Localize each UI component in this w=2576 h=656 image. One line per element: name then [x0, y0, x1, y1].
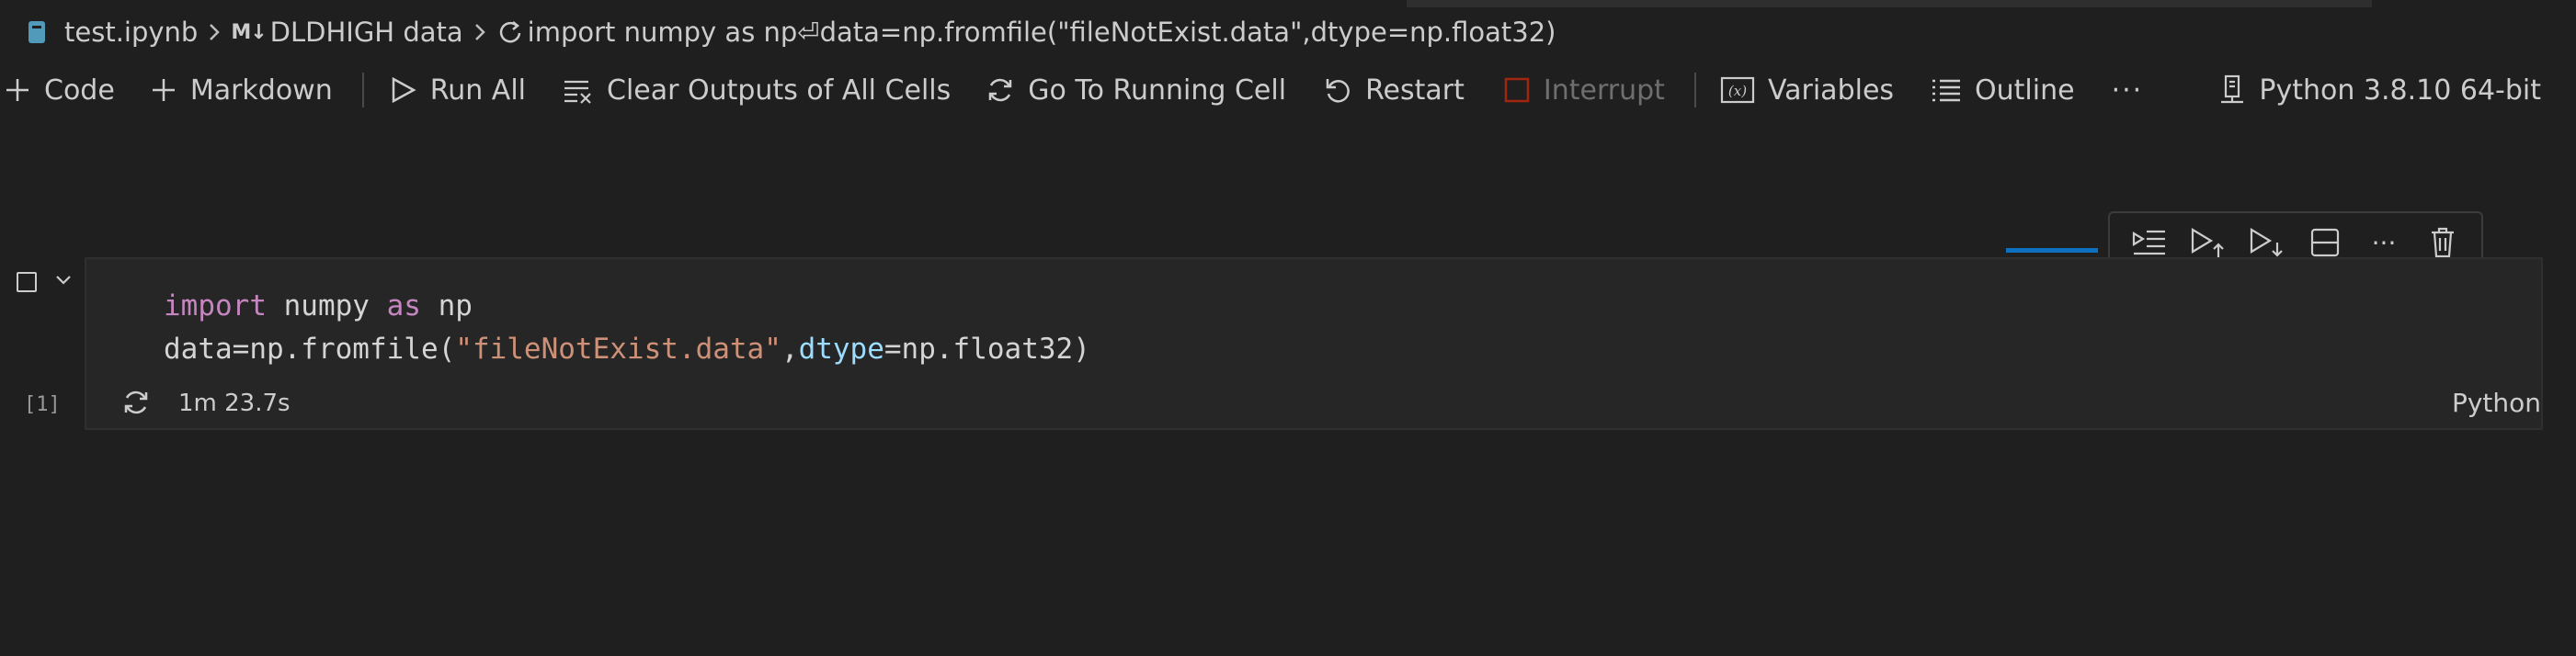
breadcrumb-cell-label: import numpy as np⏎data=np.fromfile("fil…: [527, 17, 1556, 48]
clear-outputs-label: Clear Outputs of All Cells: [607, 74, 952, 107]
execution-status-icon: [121, 388, 151, 417]
code-text: data=np.fromfile(: [164, 333, 456, 366]
variables-icon: (x): [1720, 75, 1755, 105]
markdown-icon: M↓: [231, 20, 267, 44]
more-icon: ···: [2371, 227, 2397, 258]
code-text: np: [420, 289, 473, 322]
code-content[interactable]: import numpy as np data=np.fromfile("fil…: [164, 285, 1090, 371]
interrupt-button[interactable]: Interrupt: [1503, 64, 1665, 116]
svg-text:(x): (x): [1728, 83, 1747, 99]
notebook-editor: test.ipynb M↓ DLDHIGH data import numpy …: [0, 0, 2576, 656]
code-line-2: data=np.fromfile("fileNotExist.data",dty…: [164, 333, 1090, 366]
notebook-toolbar: Code Markdown Run All Clear Outputs of A…: [0, 64, 2576, 116]
go-to-running-label: Go To Running Cell: [1028, 74, 1287, 107]
kernel-label: Python 3.8.10 64-bit: [2259, 74, 2541, 107]
more-actions-button[interactable]: ···: [2112, 64, 2144, 116]
breadcrumb-cell[interactable]: import numpy as np⏎data=np.fromfile("fil…: [496, 17, 1556, 48]
split-editor-icon: [2309, 227, 2341, 258]
list-icon: [1931, 76, 1962, 104]
clear-outputs-button[interactable]: Clear Outputs of All Cells: [563, 64, 951, 116]
execution-count: [1]: [24, 393, 61, 416]
restart-button[interactable]: Restart: [1323, 64, 1465, 116]
cell-select-checkbox[interactable]: [17, 272, 37, 292]
breadcrumb-section-label: DLDHIGH data: [269, 17, 463, 48]
more-icon: ···: [2111, 74, 2144, 107]
breadcrumb-file[interactable]: test.ipynb: [64, 17, 198, 48]
parameter-name: dtype: [798, 333, 884, 366]
code-text: =np.float32): [883, 333, 1090, 366]
code-text: ,: [781, 333, 799, 366]
keyword: import: [164, 289, 267, 322]
add-code-button[interactable]: Code: [4, 64, 115, 116]
add-code-label: Code: [44, 74, 115, 107]
run-all-label: Run All: [429, 74, 526, 107]
execution-progress-bar: [2006, 248, 2098, 253]
sync-spin-icon: [496, 18, 524, 46]
plus-icon: [4, 76, 31, 104]
variables-label: Variables: [1767, 74, 1895, 107]
variables-button[interactable]: (x) Variables: [1720, 64, 1894, 116]
breadcrumb: test.ipynb M↓ DLDHIGH data import numpy …: [0, 0, 2576, 64]
chevron-right-icon: [473, 21, 487, 43]
clear-all-icon: [563, 76, 594, 104]
run-all-button[interactable]: Run All: [388, 64, 526, 116]
run-above-icon: [2189, 226, 2226, 259]
trash-icon: [2429, 226, 2456, 259]
go-to-running-cell-button[interactable]: Go To Running Cell: [986, 64, 1286, 116]
code-line-1: import numpy as np: [164, 289, 473, 322]
run-all-icon: [388, 76, 417, 104]
keyword: as: [386, 289, 421, 322]
notebook-icon: [28, 20, 46, 44]
string-literal: "fileNotExist.data": [455, 333, 781, 366]
toolbar-divider: [361, 73, 364, 107]
chevron-down-icon[interactable]: [53, 270, 74, 290]
restart-icon: [1323, 75, 1352, 105]
sync-icon: [986, 75, 1015, 105]
interrupt-label: Interrupt: [1543, 74, 1665, 107]
stop-icon: [1503, 76, 1531, 104]
breadcrumb-section[interactable]: M↓ DLDHIGH data: [231, 17, 462, 48]
cell-language-picker[interactable]: Python: [2452, 388, 2541, 418]
chevron-right-icon: [207, 21, 222, 43]
toolbar-divider: [1693, 73, 1696, 107]
run-above-icon: [2130, 228, 2167, 257]
server-environment-icon: [2218, 74, 2246, 106]
plus-icon: [150, 76, 177, 104]
execution-duration: 1m 23.7s: [178, 390, 291, 417]
outline-button[interactable]: Outline: [1931, 64, 2075, 116]
add-markdown-label: Markdown: [189, 74, 333, 107]
add-markdown-button[interactable]: Markdown: [150, 64, 333, 116]
code-text: numpy: [266, 289, 387, 322]
outline-label: Outline: [1975, 74, 2075, 107]
kernel-picker-button[interactable]: Python 3.8.10 64-bit: [2218, 64, 2541, 116]
run-below-icon: [2248, 226, 2285, 259]
restart-label: Restart: [1365, 74, 1465, 107]
